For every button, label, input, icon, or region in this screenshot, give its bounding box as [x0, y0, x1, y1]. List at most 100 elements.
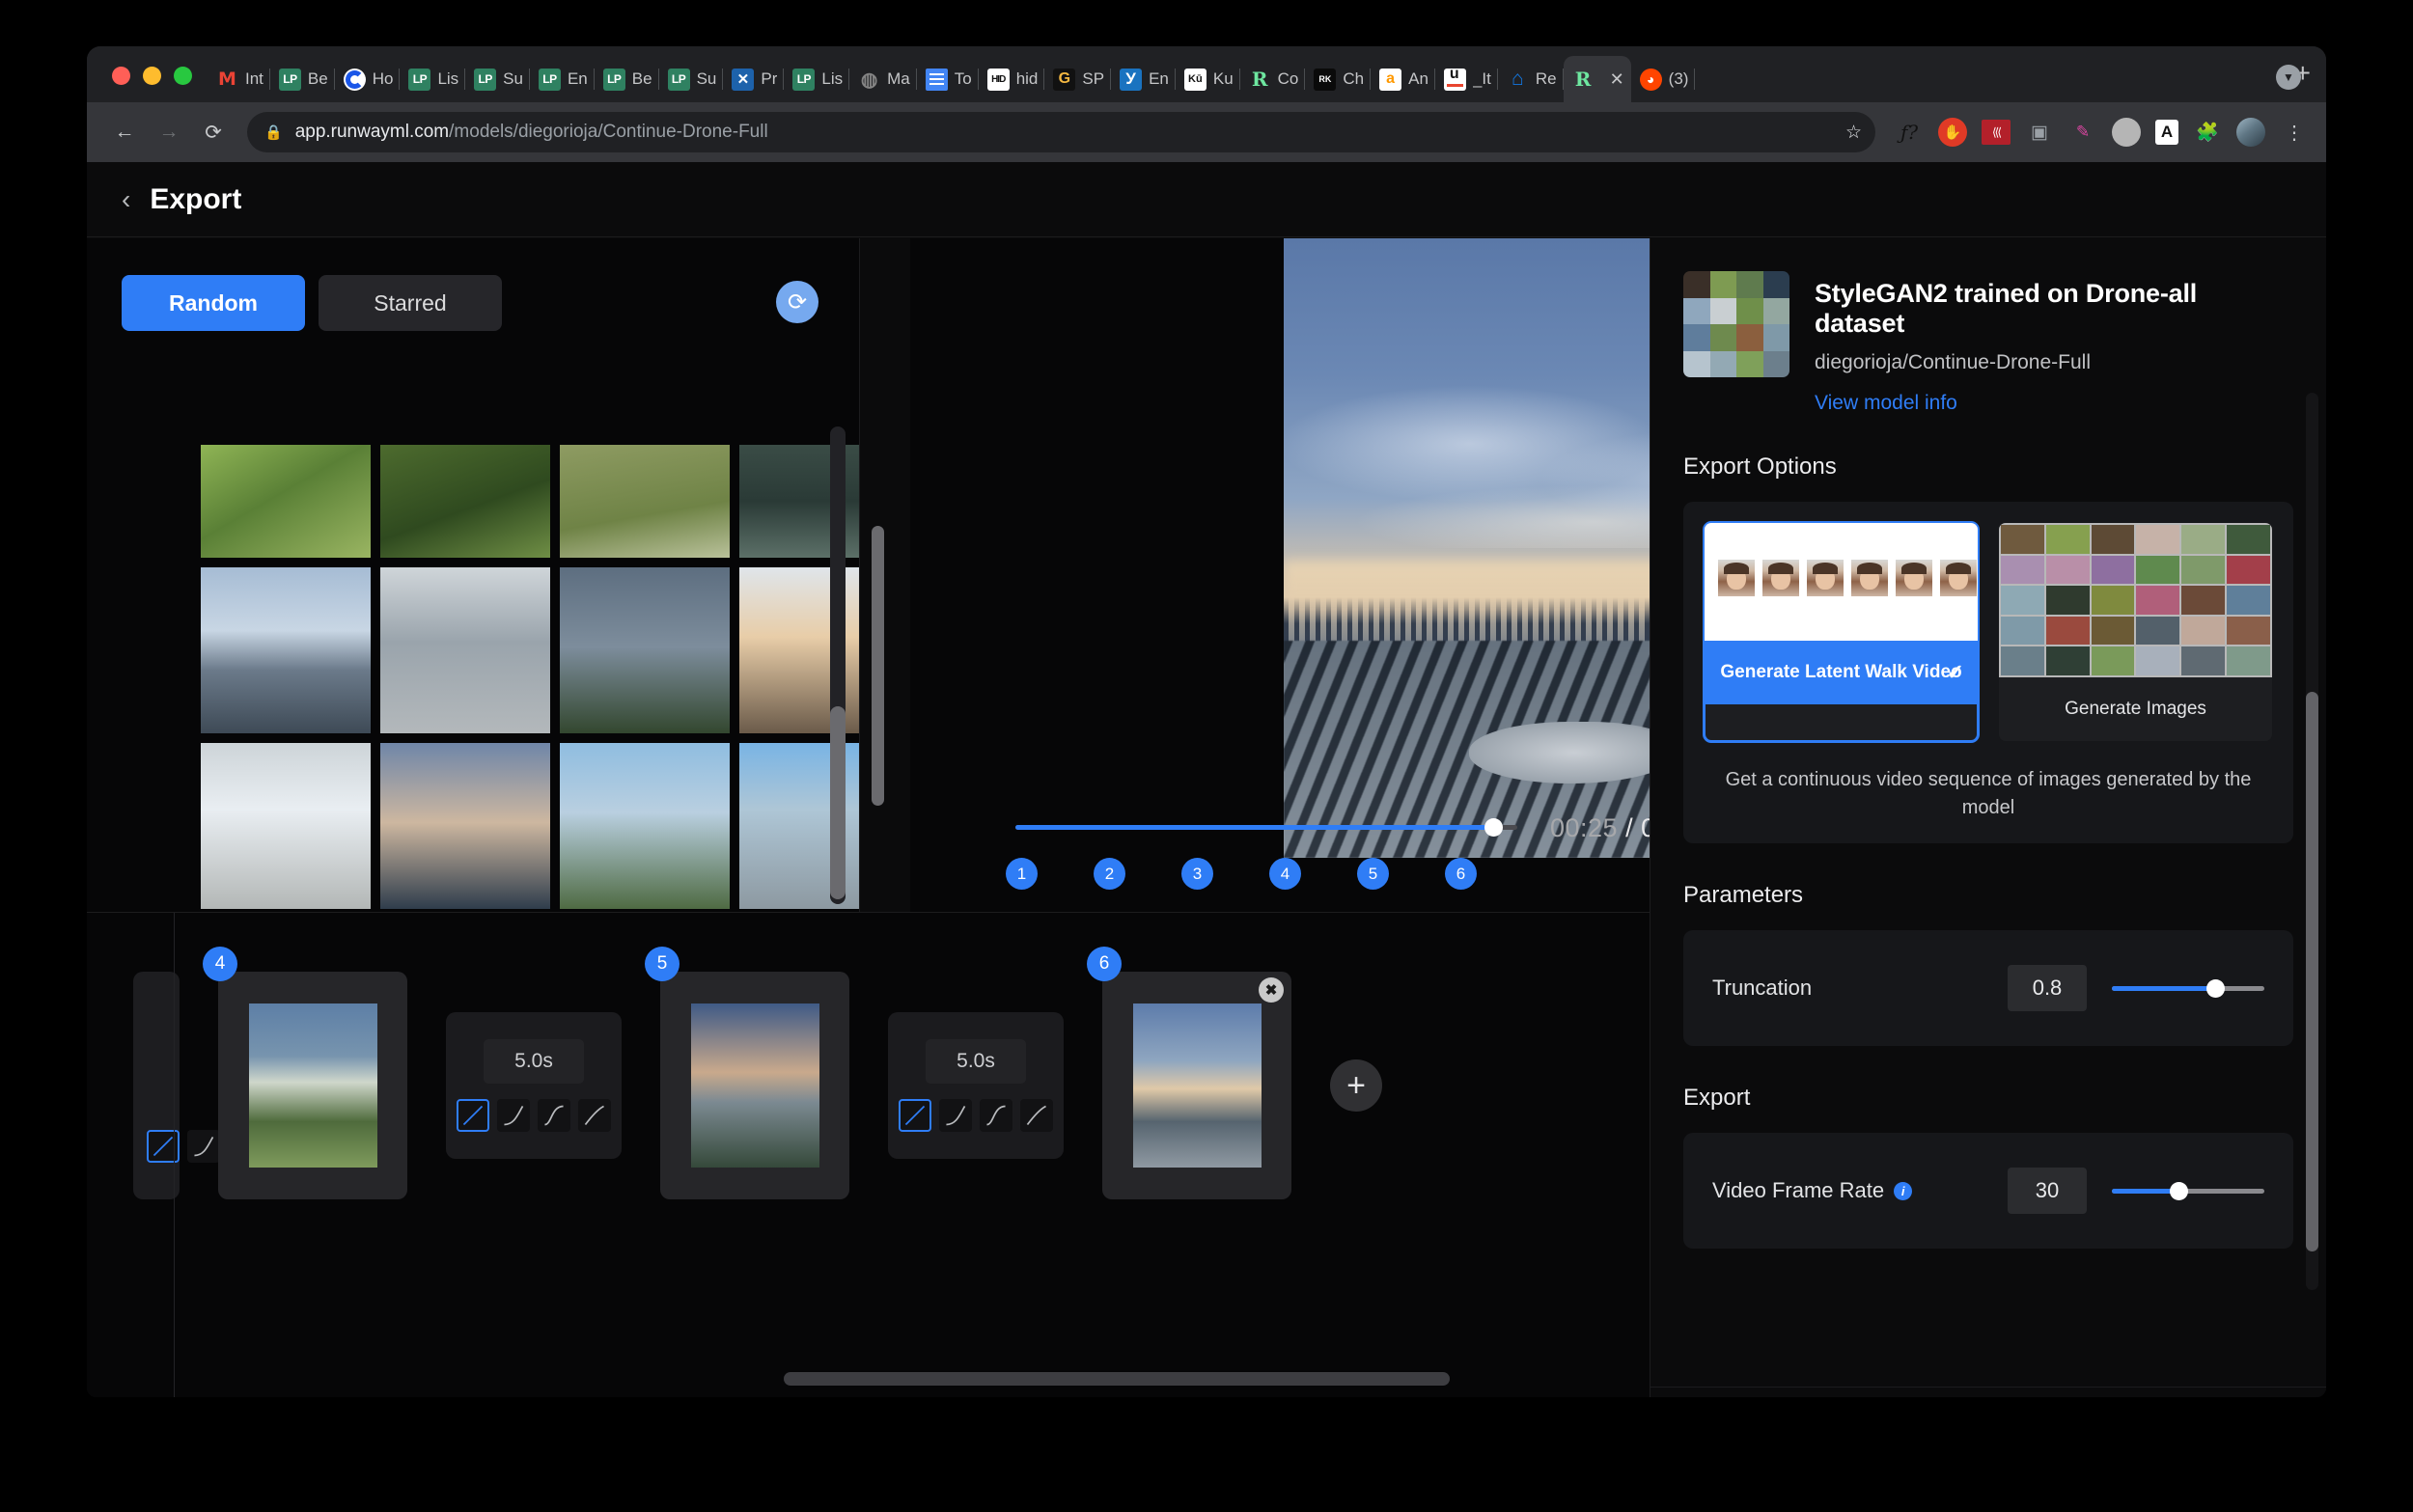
screenshot-camera-icon[interactable]: ▣ [2025, 118, 2054, 147]
browser-tab-19[interactable]: _It [1435, 56, 1498, 102]
lp-icon: LP [278, 68, 301, 91]
browser-tab-10[interactable]: ◍ Ma [849, 56, 917, 102]
gallery-thumbnail[interactable] [560, 567, 730, 733]
back-chevron-icon[interactable]: ‹ [122, 184, 130, 215]
browser-tab-17[interactable]: RK Ch [1305, 56, 1371, 102]
keyframe-card-partial[interactable] [133, 972, 301, 1199]
browser-tab-21[interactable]: R ✕ [1563, 56, 1631, 102]
browser-tab-15[interactable]: Kū Ku [1176, 56, 1240, 102]
puzzle-extensions-icon[interactable]: 🧩 [2193, 118, 2222, 147]
grammarly-icon[interactable]: A [2155, 120, 2178, 145]
profile-avatar[interactable] [2236, 118, 2265, 147]
timeline-scrollbar-thumb[interactable] [784, 1372, 1450, 1386]
frame-rate-input[interactable]: 30 [2008, 1168, 2087, 1214]
adblock-icon[interactable]: ✋ [1938, 118, 1967, 147]
scrubber-track[interactable] [1015, 818, 1517, 837]
forward-button[interactable]: → [149, 112, 189, 152]
truncation-input[interactable]: 0.8 [2008, 965, 2087, 1011]
colorpicker-icon[interactable]: ✎ [2068, 118, 2097, 147]
gallery-thumbnail[interactable] [201, 567, 371, 733]
easing-linear-icon[interactable] [457, 1099, 489, 1132]
bookmark-star-icon[interactable]: ☆ [1845, 122, 1862, 144]
tab-starred[interactable]: Starred [319, 275, 502, 331]
keyframe-card[interactable]: 6 ✖ [1087, 947, 1291, 1199]
transition-gap-card[interactable]: 5.0s [446, 1012, 622, 1159]
close-window-button[interactable] [112, 67, 130, 85]
browser-tab-7[interactable]: LP Su [659, 56, 724, 102]
address-bar[interactable]: 🔒 app.runwayml.com/models/diegorioja/Con… [247, 112, 1875, 152]
option-generate-images[interactable]: Generate Images [1999, 523, 2272, 741]
transition-gap-card[interactable]: 5.0s [888, 1012, 1064, 1159]
minimize-window-button[interactable] [143, 67, 161, 85]
gallery-thumbnail[interactable] [380, 445, 550, 558]
tab-title: (3) [1668, 69, 1689, 88]
easing-linear-icon[interactable] [899, 1099, 931, 1132]
timeline-marker[interactable]: 2 [1094, 858, 1125, 890]
globe-icon: ◍ [860, 69, 878, 91]
browser-tab-9[interactable]: LP Lis [784, 56, 849, 102]
timeline-marker[interactable]: 6 [1445, 858, 1477, 890]
browser-tab-16[interactable]: R Co [1240, 56, 1306, 102]
view-model-info-link[interactable]: View model info [1815, 392, 1957, 415]
browser-tab-18[interactable]: a An [1371, 56, 1435, 102]
reload-button[interactable]: ⟳ [193, 112, 234, 152]
image-tile [2227, 646, 2270, 675]
browser-tab-12[interactable]: HID hid [979, 56, 1045, 102]
option-generate-latent-walk-video[interactable]: Generate Latent Walk Video ✓ [1703, 521, 1980, 743]
browser-tab-22[interactable]: ◕ (3) [1631, 56, 1696, 102]
timeline-marker[interactable]: 1 [1006, 858, 1038, 890]
info-icon[interactable]: i [1894, 1181, 1913, 1200]
keyframe-card[interactable]: 5 [645, 947, 849, 1199]
timeline-marker[interactable]: 5 [1357, 858, 1389, 890]
browser-tab-2[interactable]: Ho [335, 56, 401, 102]
easing-ease-out-icon[interactable] [187, 1130, 220, 1163]
easing-ease-in-icon[interactable] [1020, 1099, 1053, 1132]
browser-tab-1[interactable]: LP Be [270, 56, 335, 102]
refresh-icon[interactable]: ⟳ [776, 281, 818, 323]
easing-ease-in-icon[interactable] [578, 1099, 611, 1132]
easing-ease-in-out-icon[interactable] [980, 1099, 1012, 1132]
image-tile [2045, 586, 2090, 615]
browser-tab-3[interactable]: LP Lis [400, 56, 465, 102]
browser-tab-13[interactable]: G SP [1044, 56, 1111, 102]
image-tile [2227, 555, 2270, 585]
preview-scrollbar-thumb[interactable] [872, 526, 884, 806]
frame-rate-slider[interactable] [2112, 1181, 2264, 1200]
timeline-marker[interactable]: 3 [1181, 858, 1213, 890]
keyframe-card[interactable]: 4 [203, 947, 407, 1199]
gallery-thumbnail[interactable] [380, 567, 550, 733]
fx-extension-icon[interactable]: ƒ? [1895, 118, 1924, 147]
tab-random[interactable]: Random [122, 275, 305, 331]
red-bookmark-icon[interactable]: ⟨⟨⟨ [1982, 120, 2011, 145]
chrome-menu-icon[interactable]: ⋮ [2280, 118, 2309, 147]
browser-tab-20[interactable]: ⌂ Re [1498, 56, 1564, 102]
add-keyframe-button[interactable]: + [1330, 1059, 1382, 1112]
browser-tab-8[interactable]: ✕ Pr [723, 56, 785, 102]
mosaic-tile [1736, 350, 1763, 377]
browser-tab-11[interactable]: To [917, 56, 979, 102]
timeline-marker[interactable]: 4 [1269, 858, 1301, 890]
easing-ease-in-out-icon[interactable] [538, 1099, 570, 1132]
gap-duration-input[interactable]: 5.0s [484, 1039, 584, 1084]
mosaic-tile [1736, 271, 1763, 298]
browser-tab-6[interactable]: LP Be [595, 56, 659, 102]
image-tile [2181, 525, 2226, 554]
browser-tab-4[interactable]: LP Su [465, 56, 530, 102]
browser-tab-0[interactable]: M Int [208, 56, 270, 102]
remove-keyframe-icon[interactable]: ✖ [1259, 977, 1284, 1003]
browser-tab-14[interactable]: У En [1111, 56, 1176, 102]
tab-search-icon[interactable]: ▼ [2276, 65, 2301, 90]
export-panel-scrollbar-thumb[interactable] [2306, 692, 2318, 1251]
browser-tab-5[interactable]: LP En [530, 56, 595, 102]
scrubber-handle[interactable] [1484, 818, 1504, 837]
grey-circle-icon[interactable] [2112, 118, 2141, 147]
easing-ease-out-icon[interactable] [939, 1099, 972, 1132]
gallery-thumbnail[interactable] [560, 445, 730, 558]
maximize-window-button[interactable] [174, 67, 192, 85]
tab-close-icon[interactable]: ✕ [1610, 69, 1624, 90]
truncation-slider[interactable] [2112, 978, 2264, 998]
back-button[interactable]: ← [104, 112, 145, 152]
gap-duration-input[interactable]: 5.0s [926, 1039, 1026, 1084]
gallery-thumbnail[interactable] [201, 445, 371, 558]
easing-ease-out-icon[interactable] [497, 1099, 530, 1132]
